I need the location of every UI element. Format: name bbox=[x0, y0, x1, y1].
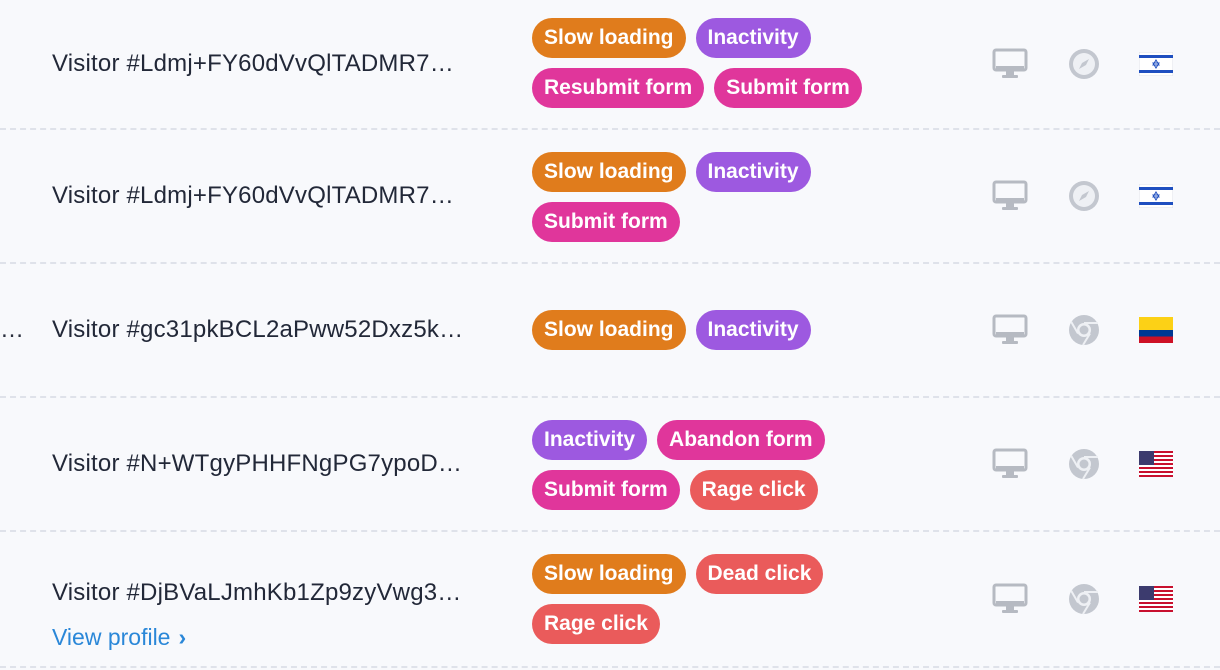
tag-group: Inactivity Abandon form Submit form Rage… bbox=[532, 420, 932, 510]
tag-inactivity[interactable]: Inactivity bbox=[695, 152, 811, 192]
tag-slow-loading[interactable]: Slow loading bbox=[532, 152, 686, 192]
visitor-name[interactable]: Visitor #Ldmj+FY60dVvQlTADMR7… bbox=[52, 50, 512, 78]
session-row[interactable]: Visitor #DjBVaLJmhKb1Zp9zyVwg3… View pro… bbox=[0, 532, 1220, 668]
session-meta-icons bbox=[990, 310, 1220, 350]
tag-group: Slow loading Inactivity bbox=[532, 310, 932, 350]
tag-rage-click[interactable]: Rage click bbox=[689, 470, 818, 510]
israel-flag-icon bbox=[1136, 176, 1176, 216]
tag-resubmit-form[interactable]: Resubmit form bbox=[532, 68, 705, 108]
tag-submit-form[interactable]: Submit form bbox=[714, 68, 862, 108]
tag-submit-form[interactable]: Submit form bbox=[532, 470, 680, 510]
desktop-icon bbox=[990, 44, 1030, 84]
session-list: Visitor #Ldmj+FY60dVvQlTADMR7… Slow load… bbox=[0, 0, 1220, 670]
session-row[interactable]: Visitor #Ldmj+FY60dVvQlTADMR7… Slow load… bbox=[0, 130, 1220, 264]
tag-rage-click[interactable]: Rage click bbox=[532, 604, 660, 644]
visitor-name[interactable]: Visitor #gc31pkBCL2aPww52Dxz5k… bbox=[52, 316, 512, 344]
tag-inactivity[interactable]: Inactivity bbox=[695, 18, 811, 58]
tag-dead-click[interactable]: Dead click bbox=[695, 554, 824, 594]
session-row[interactable]: Visitor #Ldmj+FY60dVvQlTADMR7… Slow load… bbox=[0, 0, 1220, 130]
tag-slow-loading[interactable]: Slow loading bbox=[532, 310, 686, 350]
desktop-icon bbox=[990, 310, 1030, 350]
tag-slow-loading[interactable]: Slow loading bbox=[532, 554, 686, 594]
session-row[interactable]: … Visitor #gc31pkBCL2aPww52Dxz5k… Slow l… bbox=[0, 264, 1220, 398]
session-meta-icons bbox=[990, 44, 1220, 84]
visitor-name[interactable]: Visitor #Ldmj+FY60dVvQlTADMR7… bbox=[52, 182, 512, 210]
tag-group: Slow loading Inactivity Resubmit form Su… bbox=[532, 18, 932, 108]
safari-icon bbox=[1064, 176, 1104, 216]
desktop-icon bbox=[990, 579, 1030, 619]
chrome-icon bbox=[1064, 310, 1104, 350]
view-profile-link[interactable]: View profile › bbox=[52, 624, 186, 651]
chrome-icon bbox=[1064, 444, 1104, 484]
tag-abandon-form[interactable]: Abandon form bbox=[657, 420, 825, 460]
chevron-right-icon: › bbox=[178, 624, 187, 650]
tag-group: Slow loading Inactivity Submit form bbox=[532, 152, 932, 242]
view-profile-label: View profile bbox=[52, 624, 171, 650]
tag-group: Slow loading Dead click Rage click bbox=[532, 554, 932, 644]
tag-slow-loading[interactable]: Slow loading bbox=[532, 18, 686, 58]
desktop-icon bbox=[990, 444, 1030, 484]
desktop-icon bbox=[990, 176, 1030, 216]
visitor-name[interactable]: Visitor #N+WTgyPHHFNgPG7ypoD… bbox=[52, 450, 512, 478]
truncated-column-text: … bbox=[0, 316, 24, 343]
tag-submit-form[interactable]: Submit form bbox=[532, 202, 680, 242]
visitor-name[interactable]: Visitor #DjBVaLJmhKb1Zp9zyVwg3… bbox=[52, 579, 512, 607]
colombia-flag-icon bbox=[1136, 310, 1176, 350]
tag-inactivity[interactable]: Inactivity bbox=[532, 420, 648, 460]
tag-inactivity[interactable]: Inactivity bbox=[695, 310, 811, 350]
session-meta-icons bbox=[990, 176, 1220, 216]
session-row[interactable]: Visitor #N+WTgyPHHFNgPG7ypoD… Inactivity… bbox=[0, 398, 1220, 532]
safari-icon bbox=[1064, 44, 1104, 84]
session-meta-icons bbox=[990, 444, 1220, 484]
usa-flag-icon bbox=[1136, 444, 1176, 484]
israel-flag-icon bbox=[1136, 44, 1176, 84]
session-meta-icons bbox=[990, 579, 1220, 619]
chrome-icon bbox=[1064, 579, 1104, 619]
usa-flag-icon bbox=[1136, 579, 1176, 619]
